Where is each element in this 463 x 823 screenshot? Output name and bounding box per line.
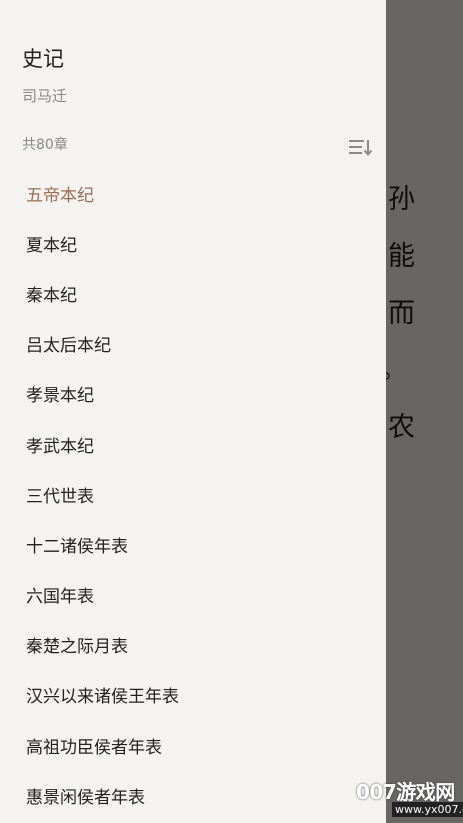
- toc-drawer: 史记 司马迁 共80章 五帝本纪 夏本纪 秦本纪 吕太后本纪 孝景本纪 孝武本纪 三代世表十…: [0, 0, 386, 823]
- watermark-text: 007游戏网: [356, 780, 455, 804]
- chapter-item[interactable]: 三代世表: [0, 469, 386, 519]
- chapter-item[interactable]: 秦楚之际月表: [0, 620, 386, 670]
- chapter-count: 共80章: [22, 137, 68, 153]
- book-title: 史记: [22, 47, 64, 71]
- chapter-item[interactable]: 汉兴以来诸侯王年表: [0, 670, 386, 720]
- chapter-item[interactable]: 惠景闲侯者年表: [0, 770, 386, 820]
- chapter-list: 五帝本纪 夏本纪 秦本纪 吕太后本纪 孝景本纪 孝武本纪 三代世表 十二诸侯年表 六国年表 秦楚之…: [0, 168, 386, 820]
- chapter-item[interactable]: 秦本纪: [0, 268, 386, 318]
- chapter-item[interactable]: 孝景本纪: [0, 369, 386, 419]
- chapter-item[interactable]: 孝武本纪: [0, 419, 386, 469]
- watermark: 007游戏网 www.yx007.com: [352, 776, 463, 820]
- sort-order-button[interactable]: [346, 135, 376, 159]
- screen: 孙 能 而 。 农 史记 司马迁 共80章 五帝本纪夏本纪秦本纪吕太后本纪孝景本…: [0, 0, 463, 823]
- book-author: 司马迁: [22, 87, 68, 105]
- chapter-item[interactable]: 吕太后本纪: [0, 319, 386, 369]
- chapter-item[interactable]: 十二诸侯年表: [0, 519, 386, 569]
- chapter-item[interactable]: 高祖功臣侯者年表: [0, 720, 386, 770]
- chapter-item[interactable]: 六国年表: [0, 570, 386, 620]
- chapter-item[interactable]: 夏本纪: [0, 218, 386, 268]
- watermark-url: www.yx007.com: [392, 802, 463, 817]
- chapter-item[interactable]: 五帝本纪: [0, 168, 386, 218]
- sort-descending-icon: [349, 140, 373, 157]
